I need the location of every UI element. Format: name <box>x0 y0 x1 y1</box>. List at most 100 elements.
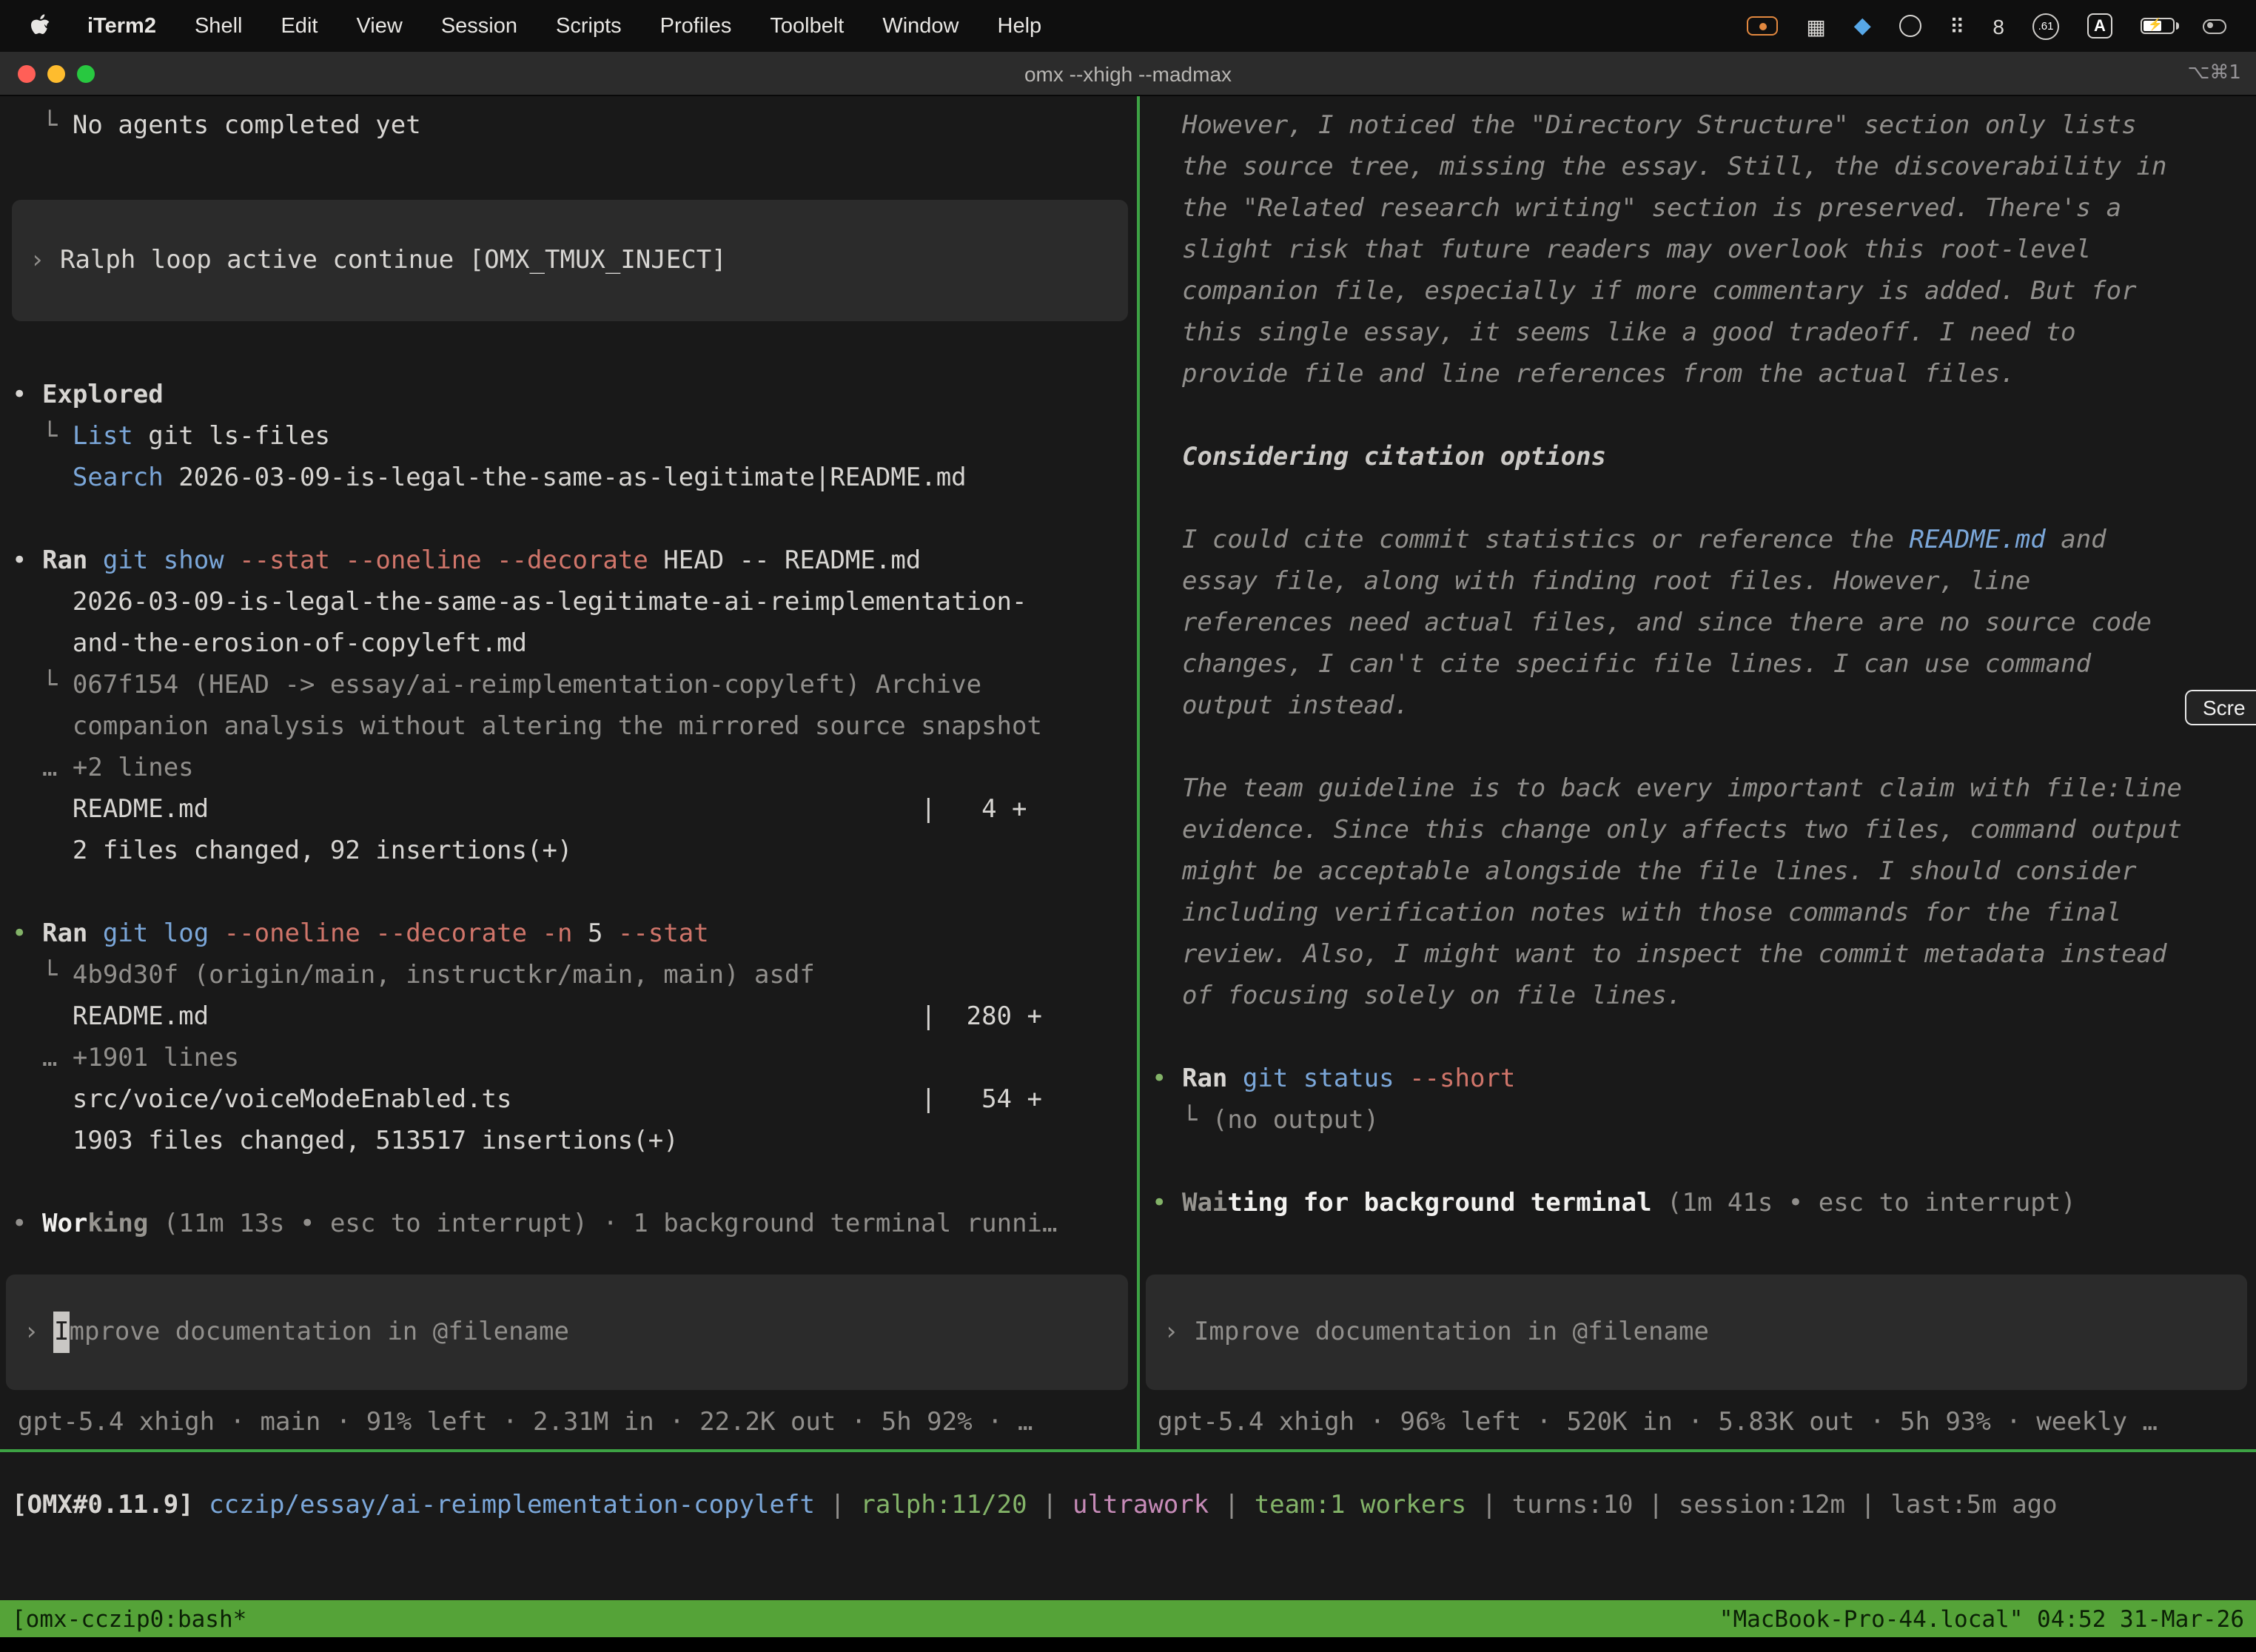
text-segment: king <box>87 1209 148 1239</box>
terminal-line: The team guideline is to back every impo… <box>1152 768 2256 810</box>
terminal-line: changes, I can't cite specific file line… <box>1152 644 2256 685</box>
apple-menu[interactable] <box>21 13 68 38</box>
text-segment: and-the-erosion-of-copyleft.md <box>12 629 527 659</box>
text-segment: companion file, especially if more comme… <box>1152 277 2137 306</box>
right-prompt-input[interactable]: › Improve documentation in @filename <box>1146 1275 2247 1390</box>
left-terminal-pane[interactable]: └ No agents completed yet › Ralph loop a… <box>0 96 1137 1449</box>
left-model-status-line: gpt-5.4 xhigh · main · 91% left · 2.31M … <box>18 1402 1134 1443</box>
terminal-line <box>12 1162 1137 1203</box>
terminal-line: 2026-03-09-is-legal-the-same-as-legitima… <box>12 582 1137 623</box>
screen-notification-tooltip: Scre <box>2185 690 2256 725</box>
menu-item-window[interactable]: Window <box>863 14 978 38</box>
text-segment: … +1901 lines <box>12 1044 239 1073</box>
terminal-line: including verification notes with those … <box>1152 893 2256 934</box>
terminal-line: this single essay, it seems like a good … <box>1152 312 2256 354</box>
text-segment <box>12 463 73 493</box>
minimize-button[interactable] <box>47 64 65 82</box>
text-segment: └ 4b9d30f (origin/main, instructkr/main,… <box>12 961 815 990</box>
blue-app-icon[interactable]: ◆ <box>1854 15 1871 37</box>
menu-item-scripts[interactable]: Scripts <box>537 14 641 38</box>
screen-recording-indicator-icon[interactable] <box>1747 16 1778 36</box>
right-terminal-pane[interactable]: However, I noticed the "Directory Struct… <box>1140 96 2256 1449</box>
menu-item-help[interactable]: Help <box>978 14 1061 38</box>
terminal-line: essay file, along with finding root file… <box>1152 561 2256 602</box>
terminal-line: README.md | 280 + <box>12 996 1137 1038</box>
battery-percentage-icon[interactable]: .61 <box>2032 13 2059 39</box>
text-segment: Ralph loop active continue [OMX_TMUX_INJ… <box>60 240 727 281</box>
menu-item-iterm2[interactable]: iTerm2 <box>68 14 175 38</box>
text-segment: ting for background terminal <box>1227 1189 1651 1218</box>
terminal-line: slight risk that future readers may over… <box>1152 229 2256 271</box>
text-segment: git ls-files <box>133 422 330 451</box>
text-segment: I could cite commit statistics or refere… <box>1152 526 1910 555</box>
terminal-line <box>1152 727 2256 768</box>
terminal-window: └ No agents completed yet › Ralph loop a… <box>0 96 2256 1600</box>
text-segment: provide file and line references from th… <box>1152 360 2015 389</box>
text-segment: --stat <box>602 919 708 949</box>
window-controls <box>18 64 95 82</box>
text-segment: Considering citation options <box>1152 443 1606 472</box>
text-segment: Search <box>73 463 164 493</box>
text-segment: └ <box>12 111 73 141</box>
text-segment: • <box>12 919 42 949</box>
text-segment: • <box>1152 1189 1182 1218</box>
text-segment: git log <box>87 919 209 949</box>
text-segment: and <box>2046 526 2106 555</box>
terminal-line: … +1901 lines <box>12 1038 1137 1079</box>
battery-fill <box>2143 21 2161 31</box>
terminal-line: of focusing solely on file lines. <box>1152 976 2256 1017</box>
text-segment: └ <box>12 422 73 451</box>
text-segment: [OMX#0.11.9] <box>12 1491 209 1520</box>
menu-bar-status-icons: ▦ ◆ ⠿ 8 .61 A <box>1747 13 2235 39</box>
terminal-line: evidence. Since this change only affects… <box>1152 810 2256 851</box>
tmux-host-datetime: "MacBook-Pro-44.local" 04:52 31-Mar-26 <box>1719 1605 2244 1632</box>
window-title: omx --xhigh --madmax <box>0 61 2256 85</box>
right-model-status-line: gpt-5.4 xhigh · 96% left · 520K in · 5.8… <box>1158 1402 2253 1443</box>
terminal-line <box>12 147 1137 188</box>
text-segment: › <box>24 1312 54 1353</box>
text-segment: I <box>54 1312 70 1353</box>
input-source-icon[interactable]: A <box>2087 13 2112 38</box>
terminal-line: • Ran git status --short <box>1152 1058 2256 1100</box>
left-prompt-input[interactable]: › Improve documentation in @filename <box>6 1275 1128 1390</box>
zoom-button[interactable] <box>77 64 95 82</box>
terminal-line: … +2 lines <box>12 748 1137 789</box>
text-segment: README.md <box>1910 526 2046 555</box>
text-segment: … +2 lines <box>12 753 194 783</box>
terminal-line: 2 files changed, 92 insertions(+) <box>12 830 1137 872</box>
terminal-line: └ List git ls-files <box>12 416 1137 457</box>
window-grid-icon[interactable]: ▦ <box>1806 16 1825 36</box>
text-segment: README.md | 280 + <box>12 1002 1042 1032</box>
close-button[interactable] <box>18 64 36 82</box>
right-pane-output: However, I noticed the "Directory Struct… <box>1152 105 2256 1224</box>
text-segment: README.md | 4 + <box>12 795 1027 825</box>
text-segment: • <box>12 546 42 576</box>
menu-item-shell[interactable]: Shell <box>175 14 262 38</box>
text-segment: cczip/essay/ai-reimplementation-copyleft <box>209 1491 815 1520</box>
menu-item-session[interactable]: Session <box>422 14 537 38</box>
text-segment: companion analysis without altering the … <box>12 712 1042 742</box>
text-segment: 2026-03-09-is-legal-the-same-as-legitima… <box>164 463 967 493</box>
menu-item-profiles[interactable]: Profiles <box>641 14 751 38</box>
battery-icon[interactable] <box>2141 18 2175 34</box>
text-segment: └ 067f154 (HEAD -> essay/ai-reimplementa… <box>12 671 981 700</box>
key-icon[interactable]: 8 <box>1993 16 2004 36</box>
menu-item-view[interactable]: View <box>337 14 421 38</box>
menu-item-edit[interactable]: Edit <box>261 14 337 38</box>
menu-item-toolbelt[interactable]: Toolbelt <box>751 14 863 38</box>
apple-logo-icon <box>30 13 50 38</box>
text-segment: The team guideline is to back every impo… <box>1152 774 2182 804</box>
terminal-line: • Ran git show --stat --oneline --decora… <box>12 540 1137 582</box>
text-segment: --stat --oneline --decorate <box>224 546 648 576</box>
text-segment: --short <box>1394 1064 1516 1094</box>
text-segment: including verification notes with those … <box>1152 899 2121 928</box>
dots-grid-icon[interactable]: ⠿ <box>1950 16 1965 36</box>
dark-circle-app-icon[interactable] <box>1899 15 1921 37</box>
terminal-line: README.md | 4 + <box>12 789 1137 830</box>
text-segment: • <box>12 380 42 410</box>
terminal-line: • Ran git log --oneline --decorate -n 5 … <box>12 913 1137 955</box>
control-center-icon[interactable] <box>2203 19 2226 33</box>
terminal-line: └ 4b9d30f (origin/main, instructkr/main,… <box>12 955 1137 996</box>
terminal-line: • Working (11m 13s • esc to interrupt) ·… <box>12 1203 1137 1245</box>
terminal-line: However, I noticed the "Directory Struct… <box>1152 105 2256 147</box>
